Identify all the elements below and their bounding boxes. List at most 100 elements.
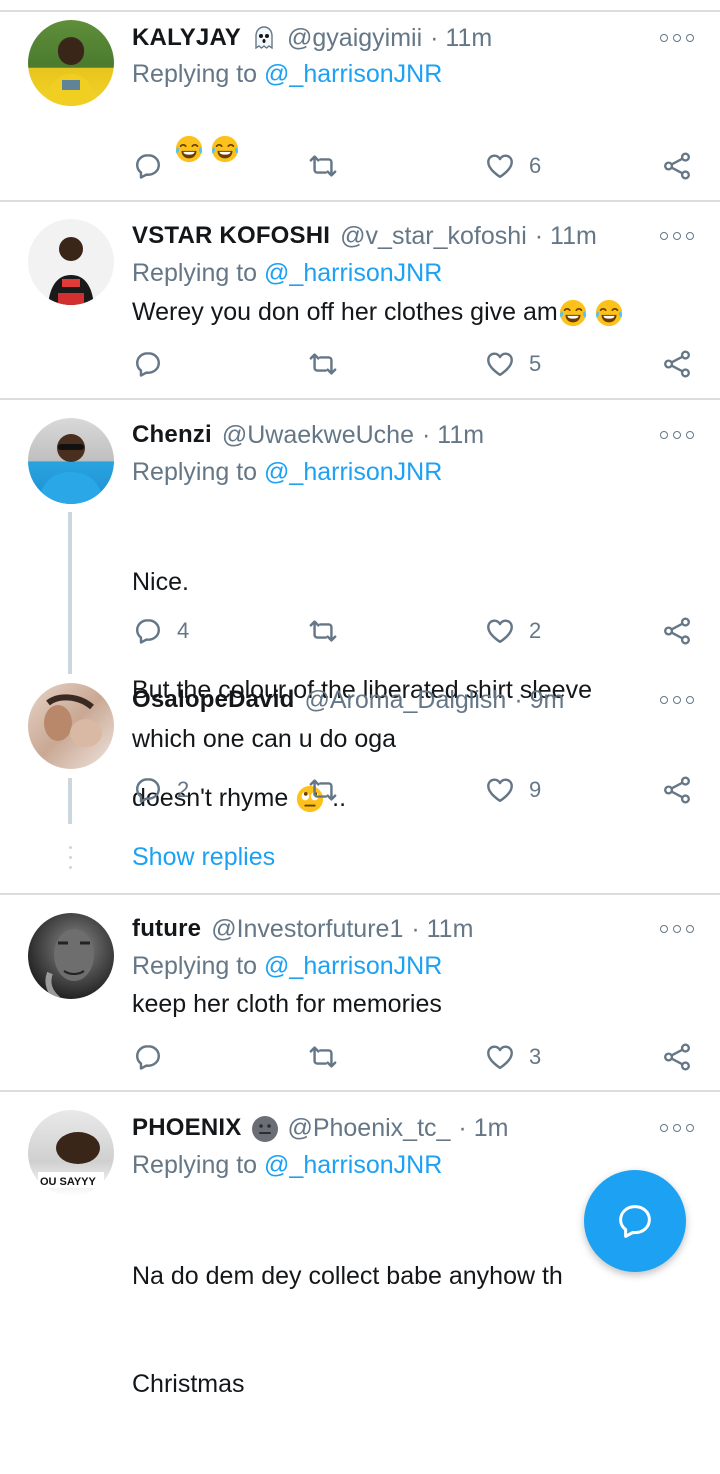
timestamp: · 11m [534,221,597,250]
like-count: 6 [529,153,542,178]
tweet-text: Werey you don off her clothes give am [132,294,672,330]
reply-icon [133,775,163,805]
reply-button[interactable] [133,146,163,186]
timestamp: · 11m [422,420,485,449]
like-button[interactable]: 5 [485,344,541,384]
mention-link[interactable]: @_harrisonJNR [264,259,442,287]
share-button[interactable] [662,344,692,384]
timestamp: · 1m [458,1113,509,1142]
replying-to-label: Replying to [132,60,265,88]
user-handle[interactable]: @Phoenix_tc_ [287,1114,450,1143]
tweet-header: PHOENIX @Phoenix_tc_ · 1m [132,1111,508,1145]
like-count: 9 [529,777,542,802]
more-options-icon[interactable] [660,226,694,246]
tweet-header: future @Investorfuture1 · 11m [132,912,473,946]
mention-link[interactable]: @_harrisonJNR [264,458,442,486]
like-button[interactable]: 2 [485,611,541,651]
avatar[interactable] [28,913,114,999]
tweet-actions: 5 [0,344,720,384]
ghost-emoji-icon [251,25,277,51]
reply-icon [133,1042,163,1072]
retweet-button[interactable] [306,1037,340,1077]
replying-to: Replying to @_harrisonJNR [132,1151,442,1180]
avatar[interactable] [28,418,114,504]
divider [0,893,720,895]
tweet-text-line: Na do dem dey collect babe anyhow th [132,1262,563,1290]
user-handle[interactable]: @Aroma_Dalglish [304,686,506,715]
more-options-icon[interactable] [660,690,694,710]
user-handle[interactable]: @UwaekweUche [222,421,414,450]
display-name[interactable]: Chenzi [132,421,212,449]
tweet-text-content: which one can u do oga [132,725,397,753]
more-options-icon[interactable] [660,28,694,48]
reply-button[interactable] [133,344,163,384]
more-options-icon[interactable] [660,425,694,445]
compose-reply-icon [619,1205,651,1238]
retweet-icon [306,1042,340,1072]
share-icon [662,349,692,379]
display-name[interactable]: future [132,915,201,943]
divider [0,10,720,12]
more-options-icon[interactable] [660,1118,694,1138]
avatar[interactable] [28,20,114,106]
retweet-icon [306,151,340,181]
share-button[interactable] [662,611,692,651]
share-icon [662,151,692,181]
tweet-text: Na do dem dey collect babe anyhow th Chr… [132,1186,592,1474]
share-button[interactable] [662,1037,692,1077]
tweet-header: VSTAR KOFOSHI @v_star_kofoshi · 11m [132,219,597,253]
user-handle[interactable]: @v_star_kofoshi [340,222,527,251]
mention-link[interactable]: @_harrisonJNR [264,60,442,88]
display-name[interactable]: VSTAR KOFOSHI [132,222,330,250]
show-replies-link[interactable]: Show replies [132,843,275,872]
more-options-icon[interactable] [660,919,694,939]
replying-to-label: Replying to [132,1151,265,1179]
user-handle[interactable]: @gyaigyimii [287,24,422,53]
retweet-button[interactable] [306,611,340,651]
avatar[interactable]: OU SAYYY [28,1110,114,1196]
heart-icon [485,616,515,646]
like-button[interactable]: 3 [485,1037,541,1077]
display-name[interactable]: PHOENIX [132,1114,241,1142]
share-button[interactable] [662,770,692,810]
joy-emoji-icon [594,298,624,328]
tweet-header: KALYJAY @gyaigyimii · 11m [132,21,492,55]
tweet-actions: 3 [0,1037,720,1077]
divider [0,1090,720,1092]
like-button[interactable]: 9 [485,770,541,810]
reply-icon [133,616,163,646]
tweet-replies-feed: KALYJAY @gyaigyimii · 11m Replying to @_… [0,0,720,1398]
compose-reply-button[interactable] [584,1170,686,1272]
mention-link[interactable]: @_harrisonJNR [264,1151,442,1179]
share-button[interactable] [662,146,692,186]
thread-dots [69,856,72,859]
reply-button[interactable]: 4 [133,611,189,651]
tweet-actions: 4 2 [0,611,720,651]
replying-to-label: Replying to [132,259,265,287]
heart-icon [485,349,515,379]
user-handle[interactable]: @Investorfuture1 [211,915,403,944]
like-button[interactable]: 6 [485,146,541,186]
share-icon [662,1042,692,1072]
tweet-text-line: Nice. [132,568,189,596]
joy-emoji-icon [558,298,588,328]
avatar[interactable] [28,219,114,305]
retweet-button[interactable] [306,344,340,384]
heart-icon [485,775,515,805]
replying-to-label: Replying to [132,458,265,486]
mention-link[interactable]: @_harrisonJNR [264,952,442,980]
avatar[interactable] [28,683,114,769]
neutral-face-emoji-icon [251,1115,279,1142]
display-name[interactable]: OsalopeDavid [132,686,294,714]
share-icon [662,616,692,646]
tweet-actions: 6 [0,146,720,186]
reply-count: 4 [177,618,190,643]
retweet-button[interactable] [306,146,340,186]
reply-button[interactable]: 2 [133,770,189,810]
thread-dots [69,846,72,849]
reply-button[interactable] [133,1037,163,1077]
reply-icon [133,151,163,181]
thread-dots [69,866,72,869]
display-name[interactable]: KALYJAY [132,24,241,52]
retweet-button[interactable] [306,770,340,810]
